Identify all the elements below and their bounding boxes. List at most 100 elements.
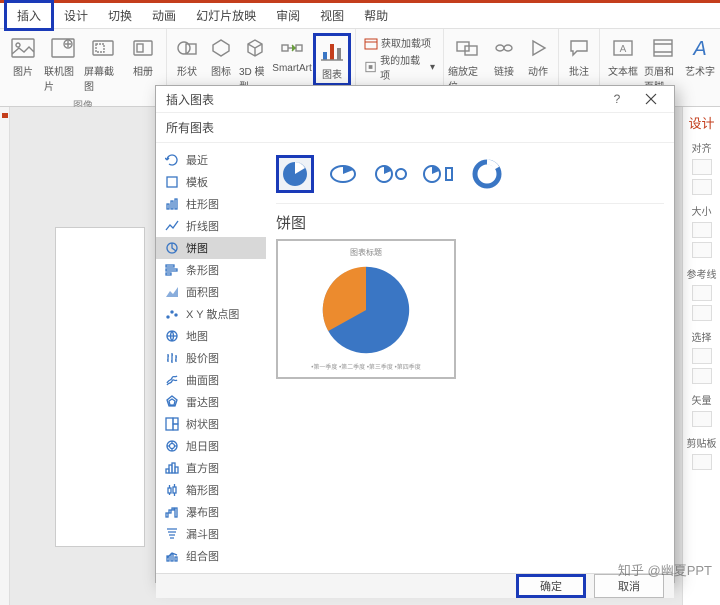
chart-type-surface[interactable]: 曲面图	[156, 369, 266, 391]
chart-type-box[interactable]: 箱形图	[156, 479, 266, 501]
pie-subtype-of-pie[interactable]	[372, 155, 410, 193]
chart-type-stock[interactable]: 股价图	[156, 347, 266, 369]
dialog-title: 插入图表	[166, 91, 600, 108]
side-panel-guides[interactable]: 参考线	[687, 266, 717, 281]
size-tool-icon[interactable]	[692, 242, 712, 258]
slide-thumbnail-strip[interactable]	[0, 107, 10, 605]
side-panel-select[interactable]: 选择	[692, 329, 712, 344]
bar-chart-icon	[164, 263, 180, 277]
ribbon-screenshot[interactable]: 屏幕截图	[84, 33, 122, 95]
chart-type-waterfall[interactable]: 瀑布图	[156, 501, 266, 523]
ribbon-photo-album-label: 相册	[133, 63, 153, 78]
dialog-help-button[interactable]: ?	[600, 86, 634, 112]
ribbon-smartart[interactable]: SmartArt	[273, 33, 311, 76]
ribbon-pictures[interactable]: 图片	[4, 33, 42, 80]
chart-type-templates[interactable]: 模板	[156, 171, 266, 193]
ribbon-tab-help[interactable]: 帮助	[354, 3, 398, 28]
ribbon-tab-slideshow[interactable]: 幻灯片放映	[186, 3, 266, 28]
treemap-chart-icon	[164, 417, 180, 431]
slide-canvas[interactable]	[55, 227, 145, 547]
ribbon-icons[interactable]: 图标	[205, 33, 237, 80]
wordart-icon: A	[687, 35, 713, 61]
chart-type-treemap[interactable]: 树状图	[156, 413, 266, 435]
waterfall-chart-icon	[164, 505, 180, 519]
ribbon-photo-album[interactable]: 相册	[124, 33, 162, 80]
shapes-icon	[174, 35, 200, 61]
dialog-close-button[interactable]	[634, 86, 668, 112]
ribbon-textbox[interactable]: A 文本框	[604, 33, 642, 80]
recent-icon	[164, 153, 180, 167]
ribbon-comment[interactable]: 批注	[563, 33, 595, 80]
ribbon-tab-review[interactable]: 审阅	[266, 3, 310, 28]
link-icon	[491, 35, 517, 61]
header-footer-icon	[650, 35, 676, 61]
ribbon-my-addins[interactable]: 我的加载项 ▾	[364, 52, 435, 82]
screenshot-icon	[90, 35, 116, 61]
ribbon-textbox-label: 文本框	[608, 63, 638, 78]
ribbon-online-pictures[interactable]: 联机图片	[44, 33, 82, 95]
chart-type-pie[interactable]: 饼图	[156, 237, 266, 259]
smartart-icon	[279, 35, 305, 61]
pie-subtype-basic[interactable]	[276, 155, 314, 193]
chart-type-scatter[interactable]: X Y 散点图	[156, 303, 266, 325]
subtype-title: 饼图	[276, 204, 664, 239]
album-icon	[130, 35, 156, 61]
chart-type-column[interactable]: 柱形图	[156, 193, 266, 215]
pie-subtype-bar-of-pie[interactable]	[420, 155, 458, 193]
chart-type-funnel[interactable]: 漏斗图	[156, 523, 266, 545]
guide-tool-icon[interactable]	[692, 305, 712, 321]
cube-icon	[242, 35, 268, 61]
dialog-category-header: 所有图表	[156, 113, 674, 143]
chart-type-bar[interactable]: 条形图	[156, 259, 266, 281]
ribbon-tab-animations[interactable]: 动画	[142, 3, 186, 28]
radar-chart-icon	[164, 395, 180, 409]
chart-type-combo[interactable]: 组合图	[156, 545, 266, 567]
action-icon	[525, 35, 551, 61]
chart-type-sunburst[interactable]: 旭日图	[156, 435, 266, 457]
clipboard-tool-icon[interactable]	[692, 454, 712, 470]
chart-preview-legend: •第一季度 •第二季度 •第三季度 •第四季度	[311, 362, 420, 371]
ribbon-comment-label: 批注	[569, 63, 589, 78]
dialog-ok-button[interactable]: 确定	[516, 574, 586, 598]
watermark: 知乎 @幽夏PPT	[618, 560, 712, 579]
pie-3d-icon	[328, 162, 358, 186]
align-tool-icon[interactable]	[692, 159, 712, 175]
stock-chart-icon	[164, 351, 180, 365]
vector-tool-icon[interactable]	[692, 411, 712, 427]
select-tool-icon[interactable]	[692, 368, 712, 384]
align-tool-icon[interactable]	[692, 179, 712, 195]
chart-preview[interactable]: 图表标题 •第一季度 •第二季度 •第三季度 •第四季度	[276, 239, 456, 379]
side-panel-clipboard[interactable]: 剪贴板	[687, 435, 717, 450]
ribbon-tab-transitions[interactable]: 切换	[98, 3, 142, 28]
side-panel-align[interactable]: 对齐	[692, 140, 712, 155]
side-panel-vector[interactable]: 矢量	[692, 392, 712, 407]
chart-type-area[interactable]: 面积图	[156, 281, 266, 303]
ribbon-shapes[interactable]: 形状	[171, 33, 203, 80]
dialog-titlebar: 插入图表 ?	[156, 86, 674, 113]
ribbon-chart[interactable]: 图表	[313, 33, 351, 86]
chart-type-line[interactable]: 折线图	[156, 215, 266, 237]
ribbon-link[interactable]: 链接	[488, 33, 520, 80]
ribbon-get-addins[interactable]: 获取加载项	[364, 35, 435, 50]
pie-subtype-doughnut[interactable]	[468, 155, 506, 193]
chart-type-radar[interactable]: 雷达图	[156, 391, 266, 413]
chart-type-list[interactable]: 最近 模板 柱形图 折线图 饼图 条形图 面积图 X Y 散点图 地图 股价图 …	[156, 143, 266, 573]
chart-preview-title: 图表标题	[350, 247, 382, 258]
select-tool-icon[interactable]	[692, 348, 712, 364]
surface-chart-icon	[164, 373, 180, 387]
chart-type-histogram[interactable]: 直方图	[156, 457, 266, 479]
doughnut-icon	[472, 159, 502, 189]
ribbon-tab-insert[interactable]: 插入	[4, 0, 54, 31]
size-tool-icon[interactable]	[692, 222, 712, 238]
ribbon-tab-design[interactable]: 设计	[54, 3, 98, 28]
histogram-chart-icon	[164, 461, 180, 475]
chart-type-map[interactable]: 地图	[156, 325, 266, 347]
ribbon-wordart[interactable]: A 艺术字	[684, 33, 716, 80]
ribbon-action[interactable]: 动作	[522, 33, 554, 80]
zoom-icon	[454, 35, 480, 61]
chart-type-recent[interactable]: 最近	[156, 149, 266, 171]
guide-tool-icon[interactable]	[692, 285, 712, 301]
ribbon-tab-view[interactable]: 视图	[310, 3, 354, 28]
side-panel-size[interactable]: 大小	[692, 203, 712, 218]
pie-subtype-3d[interactable]	[324, 155, 362, 193]
